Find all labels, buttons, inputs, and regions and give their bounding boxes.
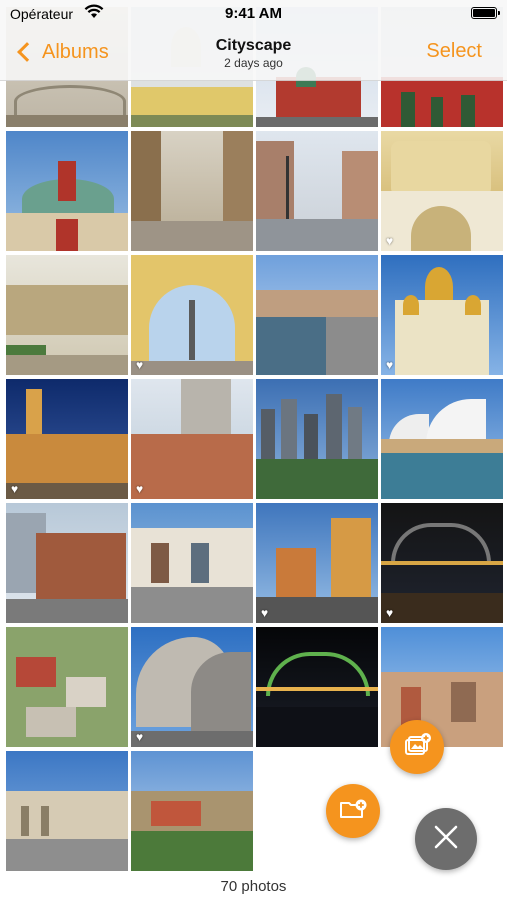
select-button[interactable]: Select — [426, 40, 482, 63]
photo-thumbnail[interactable] — [6, 131, 128, 251]
photo-thumbnail[interactable] — [6, 255, 128, 375]
photo-count: 70 photos — [220, 878, 287, 895]
photo-thumbnail[interactable] — [131, 131, 253, 251]
favorite-heart-icon: ♥ — [386, 358, 394, 372]
photo-thumbnail[interactable]: ♥ — [381, 503, 503, 623]
photo-thumbnail[interactable] — [256, 131, 378, 251]
add-photo-button[interactable] — [390, 720, 444, 774]
new-folder-icon — [338, 797, 368, 826]
clock: 9:41 AM — [225, 5, 282, 22]
favorite-heart-icon: ♥ — [386, 234, 394, 248]
photo-thumbnail[interactable]: ♥ — [131, 255, 253, 375]
photo-thumbnail[interactable]: ♥ — [6, 379, 128, 499]
favorite-heart-icon: ♥ — [136, 482, 144, 496]
photo-thumbnail[interactable] — [131, 751, 253, 871]
favorite-heart-icon: ♥ — [386, 606, 394, 620]
favorite-heart-icon: ♥ — [261, 606, 269, 620]
photo-thumbnail[interactable]: ♥ — [131, 379, 253, 499]
favorite-heart-icon: ♥ — [136, 730, 144, 744]
photo-thumbnail[interactable]: ♥ — [381, 131, 503, 251]
new-folder-button[interactable] — [326, 784, 380, 838]
photo-thumbnail[interactable] — [256, 627, 378, 747]
add-photo-icon — [402, 732, 432, 763]
battery-icon — [471, 7, 500, 19]
status-bar: Opérateur 9:41 AM — [0, 0, 507, 28]
photo-thumbnail[interactable] — [131, 503, 253, 623]
photo-thumbnail[interactable] — [6, 627, 128, 747]
close-icon — [433, 824, 459, 855]
photo-thumbnail[interactable] — [6, 503, 128, 623]
photo-thumbnail[interactable] — [256, 379, 378, 499]
photo-thumbnail[interactable] — [6, 751, 128, 871]
close-actions-button[interactable] — [415, 808, 477, 870]
photo-thumbnail[interactable] — [256, 255, 378, 375]
favorite-heart-icon: ♥ — [136, 358, 144, 372]
photo-thumbnail[interactable]: ♥ — [381, 255, 503, 375]
photo-thumbnail[interactable]: ♥ — [131, 627, 253, 747]
photo-thumbnail[interactable]: ♥ — [256, 503, 378, 623]
favorite-heart-icon: ♥ — [11, 482, 19, 496]
photo-thumbnail[interactable] — [381, 379, 503, 499]
